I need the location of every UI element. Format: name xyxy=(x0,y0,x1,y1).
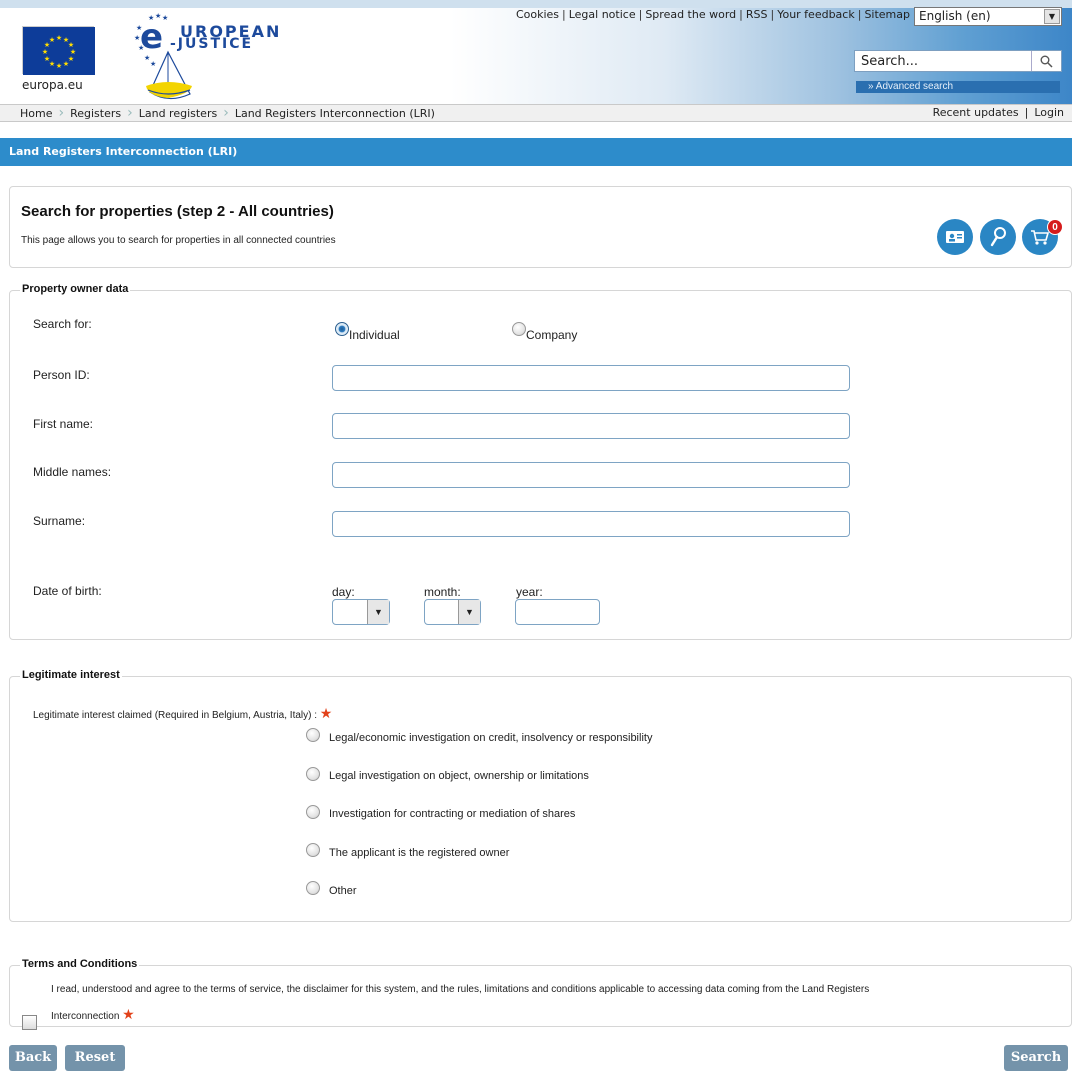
login-link[interactable]: Login xyxy=(1034,106,1064,119)
required-star-icon: ★ xyxy=(319,705,333,721)
search-for-label: Search for: xyxy=(33,317,92,331)
top-links: Cookies | Legal notice | Spread the word | … xyxy=(516,8,910,24)
svg-text:★: ★ xyxy=(63,60,69,68)
language-value: English (en) xyxy=(919,9,991,23)
reset-button[interactable]: Reset xyxy=(65,1045,125,1071)
search-icon[interactable] xyxy=(1031,51,1061,71)
intro-panel: Search for properties (step 2 - All coun… xyxy=(9,186,1072,268)
breadcrumb: Home › Registers › Land registers › Land… xyxy=(0,104,1072,122)
chevron-right-icon: › xyxy=(58,105,65,121)
svg-text:e: e xyxy=(140,17,163,57)
day-select[interactable]: ▼ xyxy=(332,599,390,625)
radio-legit-other-label[interactable]: Other xyxy=(329,885,357,897)
intro-heading: Search for properties (step 2 - All coun… xyxy=(21,203,334,220)
month-label: month: xyxy=(424,585,461,599)
chevron-right-icon: › xyxy=(223,105,229,121)
terms-legend: Terms and Conditions xyxy=(20,958,140,970)
page-title: Land Registers Interconnection (LRI) xyxy=(0,138,1072,166)
your-feedback-link[interactable]: Your feedback xyxy=(777,8,855,24)
cookies-link[interactable]: Cookies xyxy=(516,8,559,24)
svg-text:★: ★ xyxy=(56,62,62,70)
radio-legit-object[interactable] xyxy=(306,767,320,781)
intro-description: This page allows you to search for prope… xyxy=(21,235,336,246)
breadcrumb-current: Land Registers Interconnection (LRI) xyxy=(234,106,435,120)
rss-link[interactable]: RSS xyxy=(746,8,768,24)
radio-individual[interactable] xyxy=(335,322,349,336)
cart-count-badge: 0 xyxy=(1047,219,1063,235)
europa-label[interactable]: europa.eu xyxy=(22,78,83,92)
month-select[interactable]: ▼ xyxy=(424,599,481,625)
terms-section: Terms and Conditions xyxy=(9,958,1072,1027)
chevron-down-icon: ▼ xyxy=(458,600,480,624)
person-id-field[interactable] xyxy=(332,365,850,391)
middle-names-label: Middle names: xyxy=(33,465,112,479)
property-owner-legend: Property owner data xyxy=(20,283,131,295)
svg-text:★: ★ xyxy=(150,60,156,68)
site-search xyxy=(854,50,1062,72)
radio-legit-contracting[interactable] xyxy=(306,805,320,819)
radio-legit-credit-label[interactable]: Legal/economic investigation on credit, … xyxy=(329,732,652,744)
top-strip xyxy=(0,0,1072,8)
legitimate-claim-label: Legitimate interest claimed (Required in… xyxy=(33,705,332,722)
logo-line-justice: -JUSTICE xyxy=(170,36,254,52)
breadcrumb-home[interactable]: Home xyxy=(20,107,52,120)
back-button[interactable]: Back xyxy=(9,1045,57,1071)
recent-updates-link[interactable]: Recent updates xyxy=(933,106,1019,119)
required-star-icon: ★ xyxy=(122,1006,135,1022)
date-of-birth-label: Date of birth: xyxy=(33,584,102,598)
radio-company-label[interactable]: Company xyxy=(526,328,577,342)
first-name-label: First name: xyxy=(33,417,94,431)
sitemap-link[interactable]: Sitemap xyxy=(864,8,910,24)
magnifier-icon[interactable] xyxy=(980,219,1016,255)
svg-text:★: ★ xyxy=(44,55,50,63)
terms-text-line2: Interconnection xyxy=(51,1011,120,1022)
day-label: day: xyxy=(332,585,355,599)
terms-text-line1: I read, understood and agree to the term… xyxy=(51,984,870,995)
svg-text:★: ★ xyxy=(56,34,62,42)
legitimate-interest-legend: Legitimate interest xyxy=(20,669,122,681)
id-card-icon[interactable] xyxy=(937,219,973,255)
radio-legit-object-label[interactable]: Legal investigation on object, ownership… xyxy=(329,770,589,782)
chevron-down-icon: ▼ xyxy=(367,600,389,624)
breadcrumb-registers[interactable]: Registers xyxy=(70,107,121,120)
first-name-field[interactable] xyxy=(332,413,850,439)
radio-company[interactable] xyxy=(512,322,526,336)
legitimate-claim-text: Legitimate interest claimed (Required in… xyxy=(33,710,318,721)
radio-legit-other[interactable] xyxy=(306,881,320,895)
advanced-search-link[interactable]: » Advanced search xyxy=(856,81,1060,93)
radio-legit-contracting-label[interactable]: Investigation for contracting or mediati… xyxy=(329,808,575,820)
year-field[interactable] xyxy=(515,599,600,625)
svg-text:★: ★ xyxy=(49,36,55,44)
chevron-right-icon: › xyxy=(127,105,133,121)
surname-label: Surname: xyxy=(33,514,86,528)
terms-checkbox[interactable] xyxy=(22,1015,37,1030)
legal-notice-link[interactable]: Legal notice xyxy=(569,8,636,24)
radio-individual-label[interactable]: Individual xyxy=(349,328,400,342)
chevron-down-icon: ▼ xyxy=(1044,9,1060,24)
site-search-input[interactable] xyxy=(855,51,1031,71)
person-id-label: Person ID: xyxy=(33,368,90,382)
radio-legit-credit[interactable] xyxy=(306,728,320,742)
spread-the-word-link[interactable]: Spread the word xyxy=(645,8,736,24)
eu-flag-logo[interactable]: ★ ★ ★ ★ ★ ★ ★ ★ ★ ★ ★ ★ xyxy=(22,26,95,75)
middle-names-field[interactable] xyxy=(332,462,850,488)
radio-legit-owner-label[interactable]: The applicant is the registered owner xyxy=(329,847,509,859)
radio-legit-owner[interactable] xyxy=(306,843,320,857)
search-button[interactable]: Search xyxy=(1004,1045,1068,1071)
breadcrumb-land-registers[interactable]: Land registers xyxy=(139,107,217,120)
language-select[interactable]: English (en) ▼ xyxy=(914,7,1062,26)
surname-field[interactable] xyxy=(332,511,850,537)
year-label: year: xyxy=(516,585,543,599)
svg-text:★: ★ xyxy=(42,48,48,56)
terms-text-line2-wrap: Interconnection ★ xyxy=(51,1006,135,1023)
